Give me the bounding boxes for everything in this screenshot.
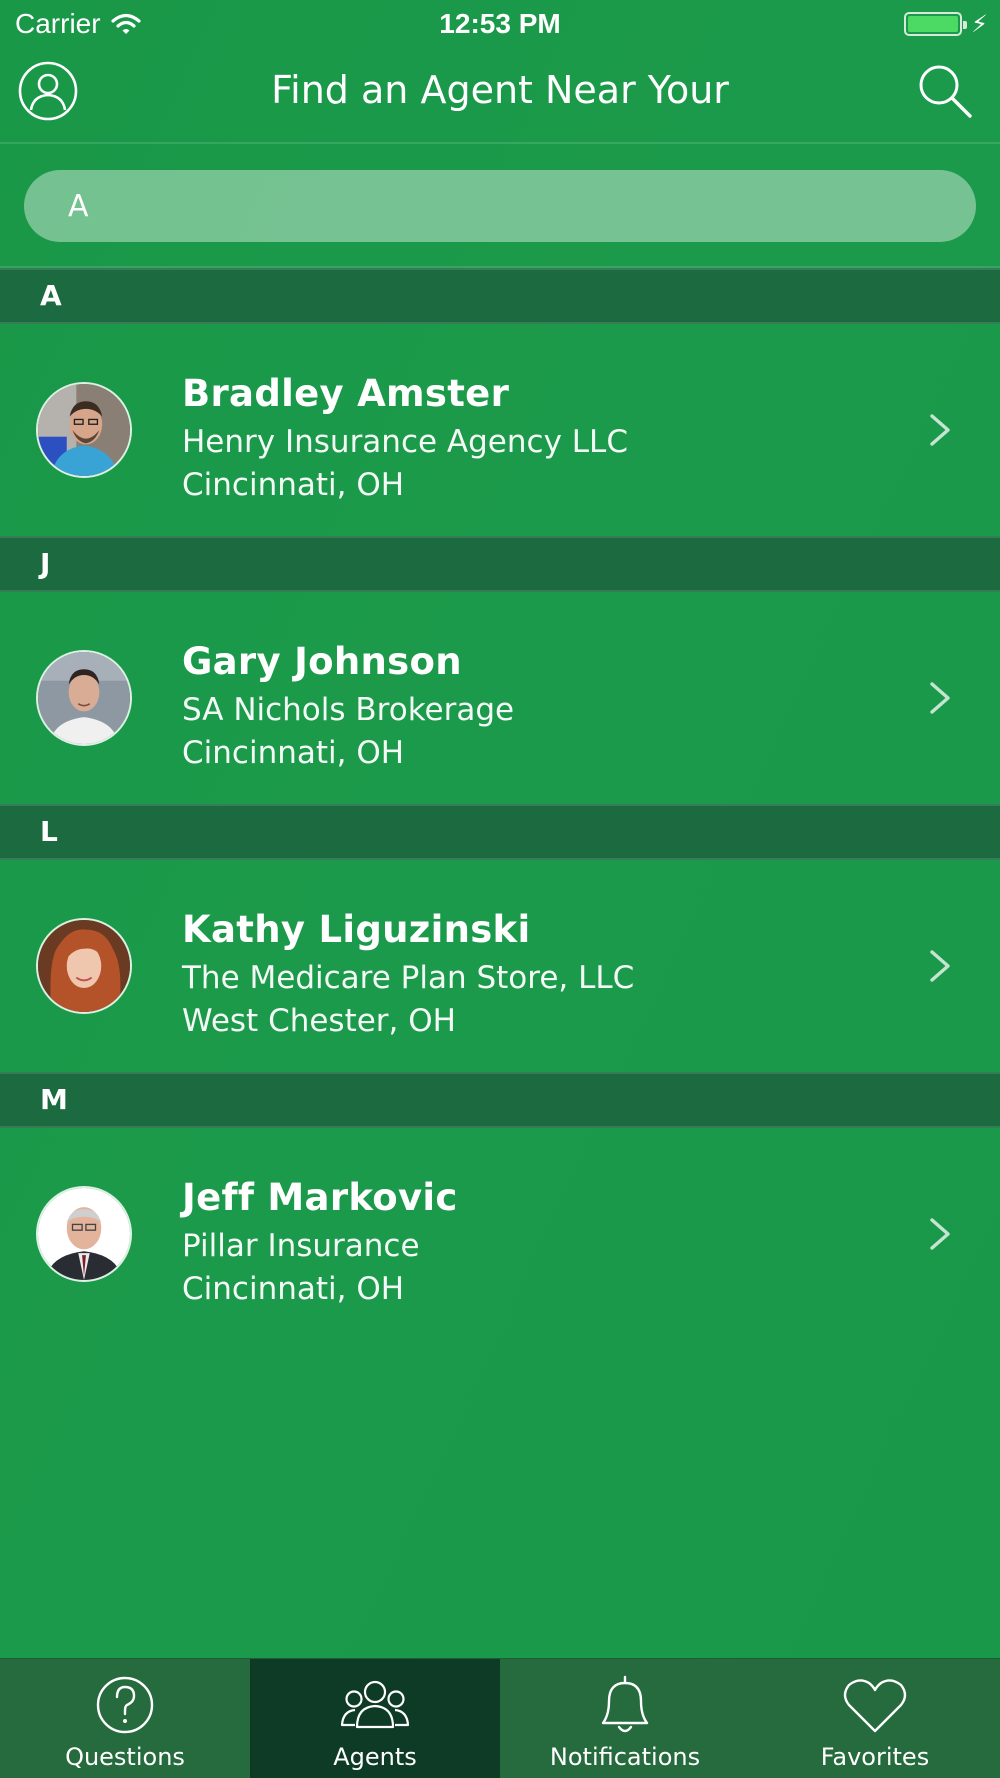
battery-level bbox=[908, 16, 958, 32]
agent-list-screen: Carrier 12:53 PM ⚡︎ Find an Agent Near Y… bbox=[0, 0, 1000, 1778]
question-circle-icon bbox=[96, 1676, 154, 1734]
chevron-right-icon bbox=[930, 414, 950, 446]
battery-tip bbox=[963, 21, 967, 29]
navigation-bar: Find an Agent Near Your bbox=[0, 48, 1000, 144]
agent-name: Jeff Markovic bbox=[182, 1176, 458, 1219]
section-header-a: A bbox=[0, 268, 1000, 324]
agent-name: Gary Johnson bbox=[182, 640, 462, 683]
agent-name: Kathy Liguzinski bbox=[182, 908, 531, 951]
search-input[interactable] bbox=[24, 170, 976, 242]
tab-label: Favorites bbox=[820, 1743, 930, 1771]
agent-city: West Chester, OH bbox=[182, 1003, 456, 1039]
agent-agency: The Medicare Plan Store, LLC bbox=[182, 960, 635, 996]
status-bar: Carrier 12:53 PM ⚡︎ bbox=[0, 0, 1000, 48]
section-header-j: J bbox=[0, 536, 1000, 592]
avatar bbox=[36, 1186, 132, 1282]
section-header-l: L bbox=[0, 804, 1000, 860]
bell-icon bbox=[601, 1675, 649, 1733]
page-title: Find an Agent Near Your bbox=[271, 68, 729, 112]
agent-row-gary-johnson[interactable]: Gary Johnson SA Nichols Brokerage Cincin… bbox=[0, 592, 1000, 804]
agent-city: Cincinnati, OH bbox=[182, 467, 405, 503]
tab-questions[interactable]: Questions bbox=[0, 1659, 250, 1778]
tab-bar: Questions Agents Notifications Favorites bbox=[0, 1658, 1000, 1778]
avatar bbox=[36, 650, 132, 746]
agent-agency: Pillar Insurance bbox=[182, 1228, 420, 1264]
tab-label: Notifications bbox=[549, 1743, 701, 1771]
agent-row-kathy-liguzinski[interactable]: Kathy Liguzinski The Medicare Plan Store… bbox=[0, 860, 1000, 1072]
battery-icon bbox=[904, 12, 967, 36]
charging-bolt-icon: ⚡︎ bbox=[971, 11, 988, 38]
tab-agents[interactable]: Agents bbox=[250, 1659, 500, 1778]
agent-city: Cincinnati, OH bbox=[182, 1271, 405, 1307]
people-group-icon bbox=[340, 1680, 410, 1729]
tab-notifications[interactable]: Notifications bbox=[500, 1659, 750, 1778]
search-icon[interactable] bbox=[916, 62, 974, 120]
agent-city: Cincinnati, OH bbox=[182, 735, 405, 771]
chevron-right-icon bbox=[930, 682, 950, 714]
tab-label: Agents bbox=[333, 1743, 417, 1771]
chevron-right-icon bbox=[930, 1218, 950, 1250]
tab-label: Questions bbox=[65, 1743, 185, 1771]
avatar bbox=[36, 918, 132, 1014]
chevron-right-icon bbox=[930, 950, 950, 982]
avatar bbox=[36, 382, 132, 478]
agent-row-bradley-amster[interactable]: Bradley Amster Henry Insurance Agency LL… bbox=[0, 324, 1000, 536]
heart-icon bbox=[843, 1679, 907, 1733]
status-time: 12:53 PM bbox=[439, 8, 561, 39]
section-header-m: M bbox=[0, 1072, 1000, 1128]
agent-agency: SA Nichols Brokerage bbox=[182, 692, 515, 728]
agent-row-jeff-markovic[interactable]: Jeff Markovic Pillar Insurance Cincinnat… bbox=[0, 1128, 1000, 1340]
tab-favorites[interactable]: Favorites bbox=[750, 1659, 1000, 1778]
agent-name: Bradley Amster bbox=[182, 372, 510, 415]
agent-agency: Henry Insurance Agency LLC bbox=[182, 424, 628, 460]
